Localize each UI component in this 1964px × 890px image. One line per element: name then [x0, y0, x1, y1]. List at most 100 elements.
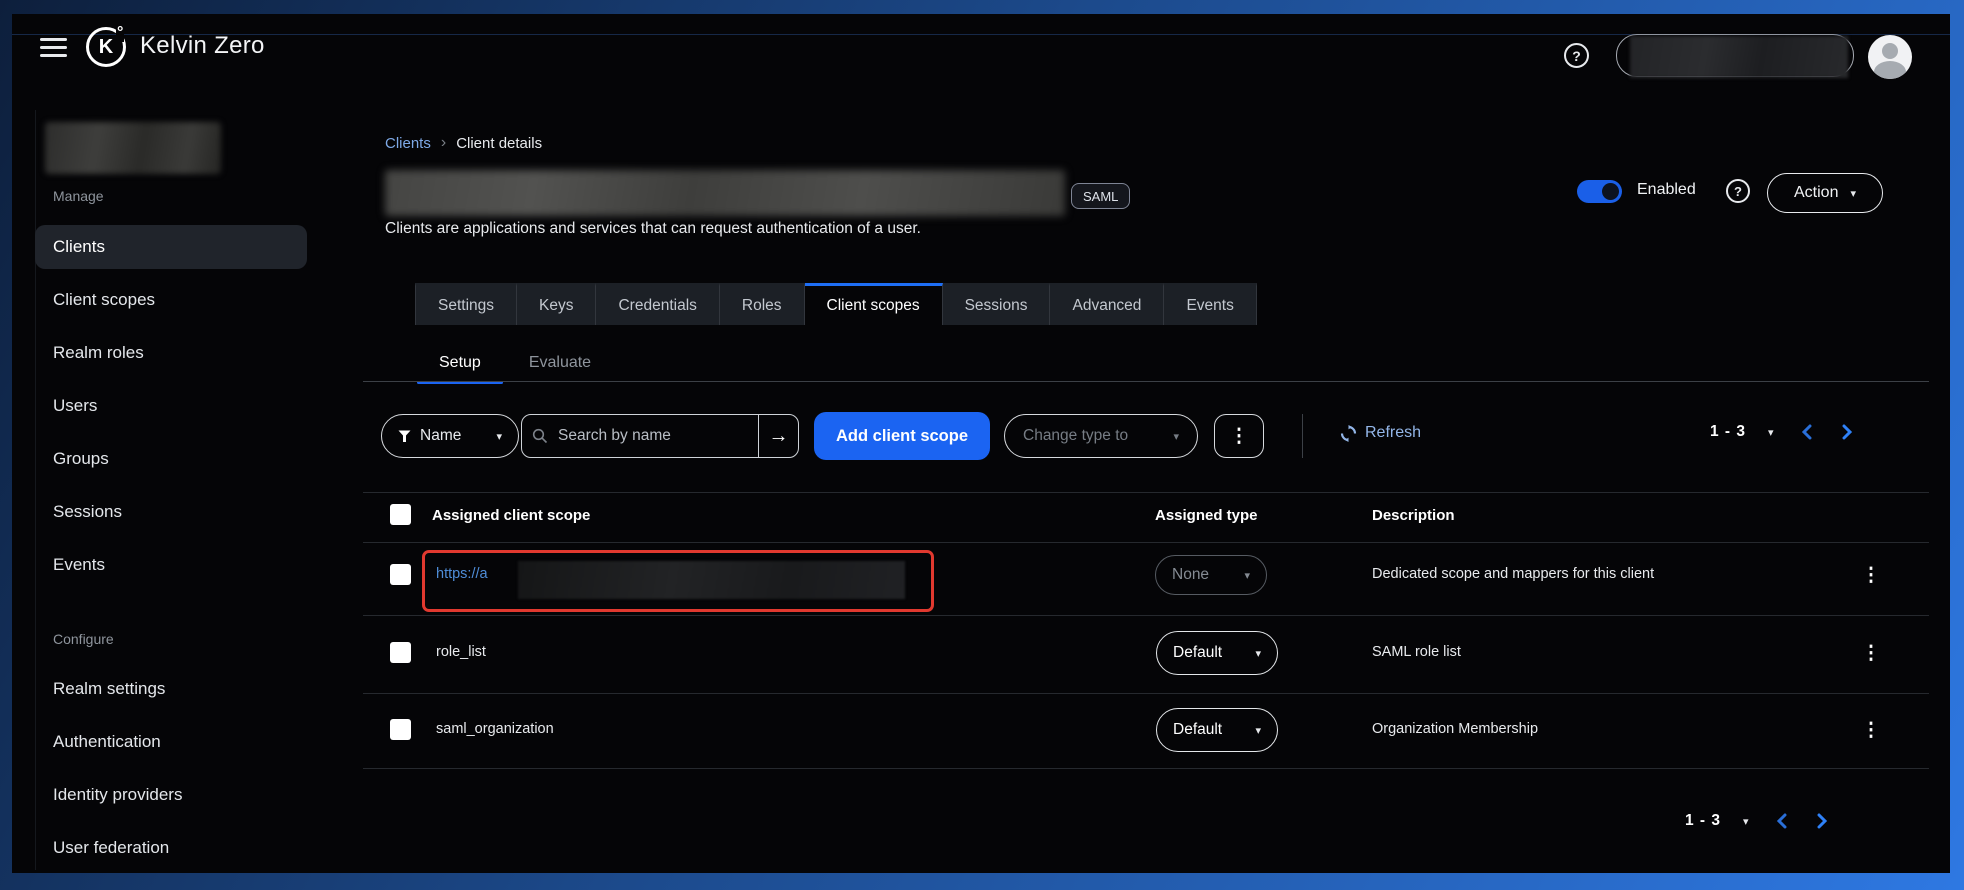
help-icon[interactable]: ?	[1564, 43, 1589, 68]
pagination-caret-icon[interactable]: ▾	[1768, 426, 1774, 439]
tab-keys[interactable]: Keys	[517, 283, 596, 325]
column-header-description: Description	[1372, 507, 1455, 524]
chevron-down-icon: ▾	[1244, 569, 1250, 582]
avatar[interactable]	[1868, 35, 1912, 79]
search-box: →	[521, 414, 799, 458]
filter-icon	[398, 430, 411, 443]
scope-description: Organization Membership	[1372, 721, 1538, 737]
sidebar-item-client-scopes[interactable]: Client scopes	[35, 278, 307, 322]
scope-name: role_list	[436, 644, 486, 660]
table-top-border	[363, 492, 1929, 493]
enabled-help-icon[interactable]: ?	[1726, 179, 1750, 203]
scope-redaction	[518, 561, 905, 599]
action-dropdown-button[interactable]: Action ▾	[1767, 173, 1883, 213]
sidebar-item-clients[interactable]: Clients	[35, 225, 307, 269]
row-checkbox[interactable]	[390, 719, 411, 740]
sidebar-item-events[interactable]: Events	[35, 543, 307, 587]
assigned-type-dropdown[interactable]: None ▾	[1155, 555, 1267, 595]
logo-degree: °	[116, 24, 124, 42]
tab-events[interactable]: Events	[1164, 283, 1256, 325]
refresh-button[interactable]: Refresh	[1340, 424, 1421, 442]
next-page-icon[interactable]	[1840, 424, 1854, 440]
avatar-person-icon	[1882, 43, 1898, 59]
brand-title: Kelvin Zero	[140, 32, 265, 60]
column-header-scope: Assigned client scope	[432, 507, 590, 524]
tab-settings[interactable]: Settings	[415, 283, 517, 325]
sidebar-item-sessions[interactable]: Sessions	[35, 490, 307, 534]
row-divider	[363, 542, 1929, 543]
scope-subtabs: Setup Evaluate	[415, 344, 615, 381]
pagination-range: 1 - 3	[1685, 812, 1721, 830]
client-name-redaction	[385, 170, 1065, 216]
assigned-type-dropdown[interactable]: Default ▾	[1156, 631, 1278, 675]
chevron-down-icon: ▾	[1850, 187, 1856, 200]
enabled-label: Enabled	[1637, 181, 1696, 199]
row-checkbox[interactable]	[390, 564, 411, 585]
username-redaction	[1630, 36, 1848, 78]
tab-client-scopes[interactable]: Client scopes	[805, 283, 943, 325]
pagination-caret-icon[interactable]: ▾	[1743, 815, 1749, 828]
kebab-icon: ⋮	[1230, 425, 1249, 448]
app-window: K ° Kelvin Zero ? Manage Clients Client …	[12, 14, 1950, 873]
tab-advanced[interactable]: Advanced	[1050, 283, 1164, 325]
sidebar-item-authentication[interactable]: Authentication	[35, 720, 307, 764]
subtab-setup[interactable]: Setup	[415, 344, 505, 381]
kebab-icon: ⋮	[1862, 564, 1881, 587]
prev-page-icon[interactable]	[1775, 813, 1789, 829]
tab-roles[interactable]: Roles	[720, 283, 805, 325]
assigned-type-dropdown[interactable]: Default ▾	[1156, 708, 1278, 752]
logo-letter: K	[99, 36, 113, 59]
row-kebab-button[interactable]: ⋮	[1858, 715, 1884, 745]
refresh-icon	[1340, 425, 1357, 442]
realm-name-redaction[interactable]	[45, 122, 221, 174]
scope-name: saml_organization	[436, 721, 554, 737]
sidebar-item-identity-providers[interactable]: Identity providers	[35, 773, 307, 817]
enabled-toggle[interactable]	[1577, 180, 1622, 203]
chevron-down-icon: ▾	[1255, 647, 1261, 660]
search-type-dropdown[interactable]: Name ▾	[381, 414, 519, 458]
row-divider	[363, 693, 1929, 694]
sidebar-section-configure: Configure	[53, 631, 114, 647]
sidebar-item-realm-roles[interactable]: Realm roles	[35, 331, 307, 375]
kebab-icon: ⋮	[1862, 719, 1881, 742]
arrow-right-icon: →	[769, 425, 789, 448]
next-page-icon[interactable]	[1815, 813, 1829, 829]
sidebar-item-user-federation[interactable]: User federation	[35, 826, 307, 870]
change-type-dropdown[interactable]: Change type to ▾	[1004, 414, 1198, 458]
scope-description: Dedicated scope and mappers for this cli…	[1372, 566, 1654, 582]
table-bottom-border	[363, 768, 1929, 769]
sidebar-section-manage: Manage	[53, 188, 104, 204]
search-icon	[522, 415, 548, 457]
column-header-type: Assigned type	[1155, 507, 1258, 524]
toolbar-kebab-button[interactable]: ⋮	[1214, 414, 1264, 458]
select-all-checkbox[interactable]	[390, 504, 411, 525]
row-checkbox[interactable]	[390, 642, 411, 663]
menu-icon[interactable]	[40, 38, 67, 57]
search-submit-button[interactable]: →	[758, 415, 798, 457]
subtab-evaluate[interactable]: Evaluate	[505, 344, 615, 381]
sidebar-item-realm-settings[interactable]: Realm settings	[35, 667, 307, 711]
add-client-scope-button[interactable]: Add client scope	[814, 412, 990, 460]
breadcrumb: Clients › Client details	[385, 134, 542, 152]
row-kebab-button[interactable]: ⋮	[1858, 560, 1884, 590]
pagination-top: 1 - 3 ▾	[1710, 423, 1854, 441]
client-detail-tabs: Settings Keys Credentials Roles Client s…	[415, 283, 1257, 325]
prev-page-icon[interactable]	[1800, 424, 1814, 440]
breadcrumb-separator: ›	[441, 134, 446, 152]
chevron-down-icon: ▾	[1173, 430, 1179, 443]
chevron-down-icon: ▾	[496, 430, 502, 443]
row-kebab-button[interactable]: ⋮	[1858, 638, 1884, 668]
sidebar-item-users[interactable]: Users	[35, 384, 307, 428]
sidebar-item-groups[interactable]: Groups	[35, 437, 307, 481]
breadcrumb-clients-link[interactable]: Clients	[385, 135, 431, 152]
client-description: Clients are applications and services th…	[385, 220, 921, 238]
kebab-icon: ⋮	[1862, 642, 1881, 665]
tab-credentials[interactable]: Credentials	[596, 283, 719, 325]
tab-sessions[interactable]: Sessions	[943, 283, 1051, 325]
protocol-badge: SAML	[1071, 183, 1130, 209]
scope-link[interactable]: https://a	[436, 566, 488, 582]
sidebar-nav-manage: Clients Client scopes Realm roles Users …	[35, 225, 307, 596]
toolbar-divider	[1302, 414, 1303, 458]
search-input[interactable]	[548, 415, 758, 457]
breadcrumb-current: Client details	[456, 135, 542, 152]
